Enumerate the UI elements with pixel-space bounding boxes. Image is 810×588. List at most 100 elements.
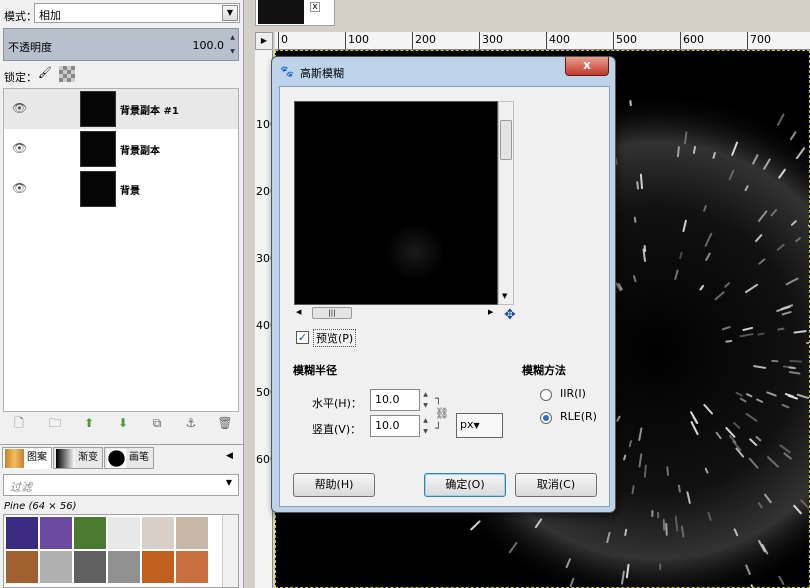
lock-pixels-icon[interactable]: 🖌 xyxy=(38,66,52,80)
opacity-label: 不透明度 xyxy=(8,41,52,54)
chain-link-icon[interactable]: ┐ ⛓ ┘ xyxy=(435,391,449,437)
pattern-swatch[interactable] xyxy=(6,551,38,583)
ruler-label: 400 xyxy=(549,33,570,46)
tab-label: 图案 xyxy=(27,452,47,463)
opacity-slider[interactable]: 不透明度 100.0 ▲ ▼ xyxy=(3,28,239,61)
pattern-swatch[interactable] xyxy=(74,551,106,583)
iir-label[interactable]: IIR(I) xyxy=(560,387,586,400)
ruler-label: 100 xyxy=(348,33,369,46)
layer-group-icon[interactable]: 🗀 xyxy=(47,415,63,431)
iir-radio[interactable] xyxy=(540,389,552,401)
pattern-swatch[interactable] xyxy=(74,517,106,549)
delete-layer-icon[interactable]: 🗑 xyxy=(217,415,233,431)
pattern-swatch[interactable] xyxy=(176,551,208,583)
ruler-label: 300 xyxy=(256,252,272,265)
scroll-left-icon[interactable]: ◀ xyxy=(296,308,301,316)
tab-gradients[interactable]: 渐变 xyxy=(53,447,103,469)
rle-label[interactable]: RLE(R) xyxy=(560,410,597,423)
layer-row[interactable]: 👁 背景 xyxy=(4,169,238,209)
horizontal-label: 水平(H)： xyxy=(312,397,362,410)
lock-alpha-icon[interactable] xyxy=(59,66,75,82)
ruler-label: 400 xyxy=(256,319,272,332)
pattern-swatch[interactable] xyxy=(176,517,208,549)
horizontal-ruler[interactable]: 0 100 200 300 400 500 600 700 xyxy=(275,32,810,50)
pattern-swatch[interactable] xyxy=(142,551,174,583)
eye-icon[interactable]: 👁 xyxy=(12,181,28,195)
image-tab[interactable]: x xyxy=(255,0,335,26)
tab-patterns[interactable]: 图案 xyxy=(2,447,52,469)
scroll-thumb[interactable]: ||| xyxy=(312,307,352,319)
unit-value: px xyxy=(460,418,474,431)
chevron-down-icon: ▼ xyxy=(473,421,480,430)
preview-label[interactable]: 预览(P) xyxy=(313,329,357,347)
gimp-icon: 🐾 xyxy=(280,65,294,78)
pattern-swatch[interactable] xyxy=(108,517,140,549)
scroll-thumb[interactable] xyxy=(500,120,512,160)
dock-tabs: 图案 渐变 画笔 ◀ xyxy=(0,444,244,470)
horizontal-input[interactable]: 10.0 xyxy=(370,389,420,411)
preview-vscrollbar[interactable]: ▼ xyxy=(498,101,514,305)
chevron-down-icon[interactable]: ▼ xyxy=(221,476,237,492)
layer-name: 背景 xyxy=(120,186,140,197)
ruler-label: 500 xyxy=(256,386,272,399)
pattern-grid[interactable] xyxy=(3,514,239,588)
new-layer-icon[interactable]: 🗋 xyxy=(11,415,27,431)
pattern-icon xyxy=(5,449,24,468)
spin-down-icon[interactable]: ▼ xyxy=(228,45,237,59)
lower-layer-icon[interactable]: ⬇ xyxy=(115,415,131,431)
filter-select[interactable]: 过滤 ▼ xyxy=(3,474,239,496)
rle-radio[interactable] xyxy=(540,412,552,424)
mode-value: 相加 xyxy=(39,9,61,22)
horizontal-spinner[interactable]: ▲ ▼ xyxy=(421,389,430,411)
preview-checkbox[interactable]: ✓ xyxy=(296,331,309,344)
close-button[interactable]: x xyxy=(565,57,609,76)
tab-brushes[interactable]: 画笔 xyxy=(104,447,154,469)
ruler-label: 700 xyxy=(750,33,771,46)
scroll-right-icon[interactable]: ▶ xyxy=(488,308,493,316)
image-tab-thumbnail xyxy=(258,0,304,24)
raise-layer-icon[interactable]: ⬆ xyxy=(81,415,97,431)
layer-thumbnail xyxy=(80,91,116,127)
chevron-down-icon[interactable]: ▼ xyxy=(222,5,238,21)
layer-row[interactable]: 👁 背景副本 #1 xyxy=(4,89,238,129)
opacity-value: 100.0 xyxy=(192,39,225,52)
layer-toolbar: 🗋 🗀 ⬆ ⬇ ⧉ ⚓ 🗑 xyxy=(3,412,239,436)
pattern-swatch[interactable] xyxy=(108,551,140,583)
spin-up-icon[interactable]: ▲ xyxy=(228,31,237,45)
dock-menu-icon[interactable]: ◀ xyxy=(226,451,233,461)
cancel-button[interactable]: 取消(C) xyxy=(515,473,597,497)
eye-icon[interactable]: 👁 xyxy=(12,141,28,155)
vertical-input[interactable]: 10.0 xyxy=(370,415,420,437)
layer-thumbnail xyxy=(80,131,116,167)
navigate-icon[interactable]: ✥ xyxy=(504,307,520,323)
tab-label: 渐变 xyxy=(78,452,98,463)
ruler-label: 100 xyxy=(256,118,272,131)
ruler-label: 200 xyxy=(256,185,272,198)
ok-button[interactable]: 确定(O) xyxy=(424,473,506,497)
layer-row[interactable]: 👁 背景副本 xyxy=(4,129,238,169)
layer-name: 背景副本 xyxy=(120,146,160,157)
layers-dock: 模式： 相加 ▼ 不透明度 100.0 ▲ ▼ 锁定： 🖌 👁 背景副本 #1 … xyxy=(0,0,244,588)
pattern-swatch[interactable] xyxy=(40,551,72,583)
unit-select[interactable]: px▼ xyxy=(456,413,503,438)
duplicate-layer-icon[interactable]: ⧉ xyxy=(149,415,165,431)
scroll-down-icon[interactable]: ▼ xyxy=(502,292,507,300)
preview-area[interactable] xyxy=(294,101,498,305)
radius-heading: 模糊半径 xyxy=(293,364,337,377)
ruler-label: 300 xyxy=(482,33,503,46)
close-icon[interactable]: x xyxy=(310,2,320,12)
help-button[interactable]: 帮助(H) xyxy=(293,473,375,497)
pattern-swatch[interactable] xyxy=(40,517,72,549)
mode-select[interactable]: 相加 ▼ xyxy=(34,3,240,23)
preview-hscrollbar[interactable]: ◀ ||| ▶ xyxy=(294,305,498,321)
pattern-scrollbar[interactable] xyxy=(222,515,238,587)
pattern-swatch[interactable] xyxy=(142,517,174,549)
mode-label: 模式： xyxy=(4,10,37,23)
quick-mask-icon[interactable]: ▶ xyxy=(255,32,273,50)
dialog-body: ▼ ◀ ||| ▶ ✥ ✓ 预览(P) 模糊半径 水平(H)： 竖直(V)： 1… xyxy=(279,86,610,507)
eye-icon[interactable]: 👁 xyxy=(12,101,28,115)
ruler-label: 500 xyxy=(616,33,637,46)
vertical-spinner[interactable]: ▲ ▼ xyxy=(421,415,430,437)
pattern-swatch[interactable] xyxy=(6,517,38,549)
anchor-icon[interactable]: ⚓ xyxy=(183,415,199,431)
